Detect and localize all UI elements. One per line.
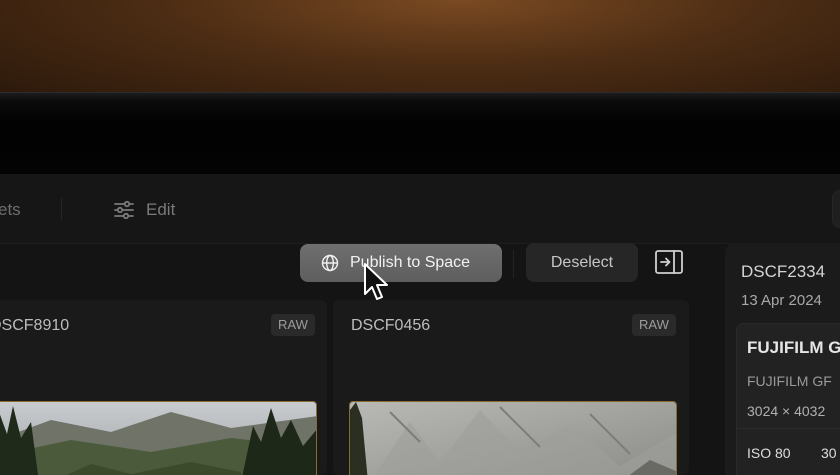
tab-edit-label: Edit <box>146 200 176 219</box>
background-photo <box>0 0 840 100</box>
publish-label: Publish to Space <box>350 254 471 271</box>
publish-to-space-button[interactable]: Publish to Space <box>300 244 502 282</box>
details-panel: DSCF2334 13 Apr 2024 FUJIFILM G FUJIFILM… <box>725 243 840 475</box>
toolbar-right-control[interactable] <box>832 190 840 228</box>
globe-icon <box>321 254 339 272</box>
camera-info-card: FUJIFILM G FUJIFILM GF 3024 × 4032 ISO 8… <box>736 323 840 475</box>
photo-filename: DSCF8910 <box>0 317 70 334</box>
image-resolution: 3024 × 4032 <box>747 403 826 419</box>
tab-presets[interactable]: ets <box>0 200 21 220</box>
tab-divider <box>61 198 62 220</box>
top-toolbar: ets Edit <box>0 174 840 244</box>
tab-edit[interactable]: Edit <box>112 198 175 222</box>
deselect-button[interactable]: Deselect <box>526 243 638 282</box>
action-divider <box>513 250 514 278</box>
photo-thumbnail[interactable] <box>349 401 677 475</box>
photo-filename: DSCF0456 <box>351 317 431 334</box>
shutter-value: 30 <box>821 445 837 461</box>
details-filename: DSCF2334 <box>741 262 826 281</box>
photo-card[interactable]: DSCF0456 RAW <box>333 300 689 475</box>
details-date: 13 Apr 2024 <box>741 292 822 309</box>
camera-make: FUJIFILM G <box>747 338 840 357</box>
raw-badge: RAW <box>632 314 676 336</box>
device-bezel <box>0 92 840 174</box>
iso-value: ISO 80 <box>747 445 791 461</box>
photo-card[interactable]: DSCF8910 RAW <box>0 300 327 475</box>
panel-toggle-icon[interactable] <box>654 249 684 275</box>
meta-divider <box>737 428 840 429</box>
raw-badge: RAW <box>271 314 315 336</box>
sliders-icon <box>114 200 134 220</box>
photo-thumbnail[interactable] <box>0 401 317 475</box>
camera-model: FUJIFILM GF <box>747 373 832 389</box>
